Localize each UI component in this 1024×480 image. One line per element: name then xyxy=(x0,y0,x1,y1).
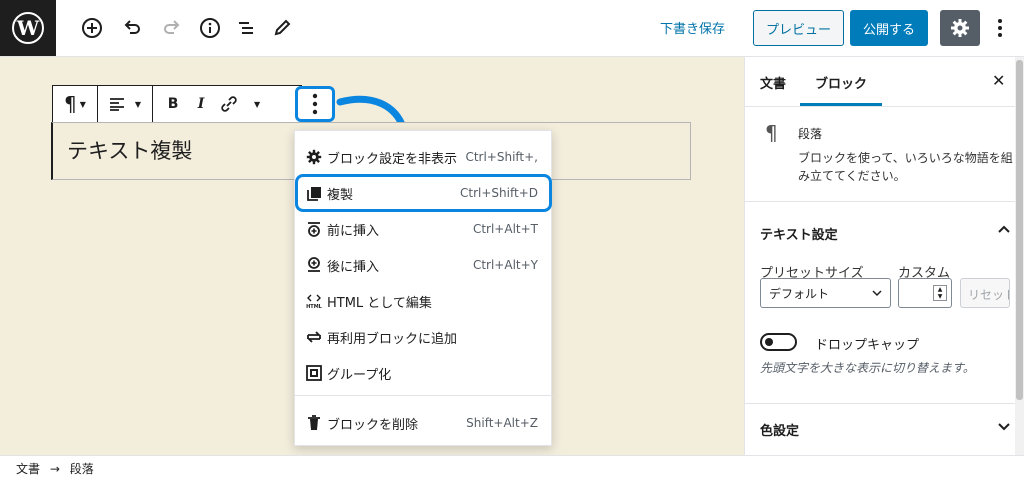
drop-cap-label: ドロップキャップ xyxy=(815,338,920,353)
menu-item-label: ブロックを削除 xyxy=(327,417,419,433)
toggle-knob xyxy=(765,338,773,346)
wordpress-logo-icon[interactable]: W xyxy=(0,0,56,56)
caret-down-icon: ▼ xyxy=(134,99,142,109)
edit-pencil-icon[interactable] xyxy=(268,14,296,42)
breadcrumb-separator: → xyxy=(49,462,60,476)
menu-item-label: ブロック設定を非表示 xyxy=(327,151,458,167)
chevron-down-icon xyxy=(872,289,882,296)
svg-text:W: W xyxy=(16,16,40,40)
custom-size-input[interactable]: ▲ ▼ xyxy=(898,278,952,308)
align-button[interactable]: ▼ xyxy=(104,86,146,122)
font-size-select[interactable]: デフォルト xyxy=(760,278,891,308)
svg-text:HTML: HTML xyxy=(306,304,323,309)
menu-item-group[interactable]: グループ化 xyxy=(295,355,553,391)
menu-item-edit-html[interactable]: HTML HTML として編集 xyxy=(295,283,553,319)
html-icon: HTML xyxy=(305,292,323,310)
block-card: ¶ 段落 ブロックを使って、いろいろな物語を組み立ててください。 xyxy=(745,107,1024,202)
drop-cap-help: 先頭文字を大きな表示に切り替えます。 xyxy=(760,361,975,375)
menu-item-insert-before[interactable]: 前に挿入 Ctrl+Alt+T xyxy=(295,211,553,247)
drop-cap-toggle[interactable] xyxy=(760,333,797,351)
settings-button[interactable] xyxy=(940,10,980,46)
tab-document[interactable]: 文書 xyxy=(760,73,786,92)
menu-item-remove-block[interactable]: ブロックを削除 Shift+Alt+Z xyxy=(295,405,553,441)
more-menu-icon[interactable] xyxy=(990,14,1010,42)
undo-icon[interactable] xyxy=(118,14,146,42)
menu-item-shortcut: Ctrl+Alt+T xyxy=(472,222,538,236)
block-navigation-icon[interactable] xyxy=(232,14,260,42)
block-title: 段落 xyxy=(798,127,823,141)
color-settings-title: 色設定 xyxy=(760,424,800,439)
gear-icon xyxy=(951,19,969,37)
reusable-block-icon xyxy=(305,328,323,346)
save-draft-button[interactable]: 下書き保存 xyxy=(660,18,725,37)
sidebar-tabs: 文書 ブロック ✕ xyxy=(745,57,1024,107)
preview-button[interactable]: プレビュー xyxy=(753,10,844,46)
redo-icon[interactable] xyxy=(158,14,186,42)
bold-icon[interactable]: B xyxy=(159,86,187,122)
align-left-icon xyxy=(109,98,124,111)
close-icon[interactable]: ✕ xyxy=(992,71,1005,90)
chevron-up-icon[interactable] xyxy=(997,222,1011,238)
publish-button[interactable]: 公開する xyxy=(850,10,928,46)
duplicate-highlight xyxy=(295,174,552,212)
menu-item-label: 再利用ブロックに追加 xyxy=(327,331,458,347)
color-settings-panel[interactable]: 色設定 xyxy=(745,404,1024,454)
number-spinner-icon[interactable]: ▲ ▼ xyxy=(933,285,947,301)
menu-item-hide-settings[interactable]: ブロック設定を非表示 Ctrl+Shift+, xyxy=(295,139,553,175)
breadcrumb-block[interactable]: 段落 xyxy=(70,462,94,476)
sidebar-scroll-thumb[interactable] xyxy=(1016,60,1023,400)
paragraph-icon: ¶ xyxy=(765,121,778,145)
menu-item-label: 後に挿入 xyxy=(327,259,380,275)
menu-item-shortcut: Ctrl+Shift+, xyxy=(465,150,538,164)
font-size-select-value: デフォルト xyxy=(769,286,830,301)
caret-down-icon: ▼ xyxy=(79,99,86,109)
menu-item-add-reusable[interactable]: 再利用ブロックに追加 xyxy=(295,319,553,355)
menu-divider xyxy=(295,395,553,396)
vertical-ellipsis-icon xyxy=(312,93,318,115)
insert-after-icon xyxy=(305,256,323,274)
menu-item-label: グループ化 xyxy=(327,367,392,383)
text-settings-title[interactable]: テキスト設定 xyxy=(760,224,838,243)
block-toolbar: ¶ ▼ ▼ B I ▼ xyxy=(52,85,303,123)
insert-before-icon xyxy=(305,220,323,238)
active-tab-indicator xyxy=(800,103,882,106)
tab-block[interactable]: ブロック xyxy=(815,73,867,92)
paragraph-icon: ¶ xyxy=(64,92,77,116)
breadcrumb-document[interactable]: 文書 xyxy=(16,462,40,476)
block-type-group: ¶ ▼ xyxy=(53,86,98,122)
reset-button[interactable]: リセット xyxy=(960,278,1010,308)
trash-icon xyxy=(305,414,323,432)
more-formats-caret-icon[interactable]: ▼ xyxy=(243,86,265,122)
alignment-group: ▼ xyxy=(98,86,154,122)
add-block-icon[interactable] xyxy=(78,14,106,42)
top-toolbar: W 下書き保存 プレビュー 公開する xyxy=(0,0,1024,57)
italic-icon[interactable]: I xyxy=(187,86,215,122)
menu-item-shortcut: Ctrl+Alt+Y xyxy=(472,258,538,272)
menu-item-label: 前に挿入 xyxy=(327,223,380,239)
paragraph-switcher[interactable]: ¶ ▼ xyxy=(59,86,91,122)
info-icon[interactable] xyxy=(196,14,224,42)
block-description: ブロックを使って、いろいろな物語を組み立ててください。 xyxy=(798,151,1013,183)
block-more-options-button[interactable] xyxy=(295,86,335,122)
chevron-down-icon[interactable] xyxy=(997,420,1011,436)
settings-sidebar: 文書 ブロック ✕ ¶ 段落 ブロックを使って、いろいろな物語を組み立ててくださ… xyxy=(744,57,1024,455)
format-group: B I ▼ xyxy=(153,86,301,122)
group-icon xyxy=(305,364,323,382)
link-icon[interactable] xyxy=(215,86,243,122)
menu-item-insert-after[interactable]: 後に挿入 Ctrl+Alt+Y xyxy=(295,247,553,283)
gear-icon xyxy=(305,148,323,166)
breadcrumb: 文書 → 段落 xyxy=(0,455,1024,480)
menu-item-shortcut: Shift+Alt+Z xyxy=(466,416,538,430)
menu-item-label: HTML として編集 xyxy=(327,295,432,311)
text-settings-panel: テキスト設定 プリセットサイズ カスタム デフォルト ▲▼ リセット ドロップキ… xyxy=(745,202,1024,404)
